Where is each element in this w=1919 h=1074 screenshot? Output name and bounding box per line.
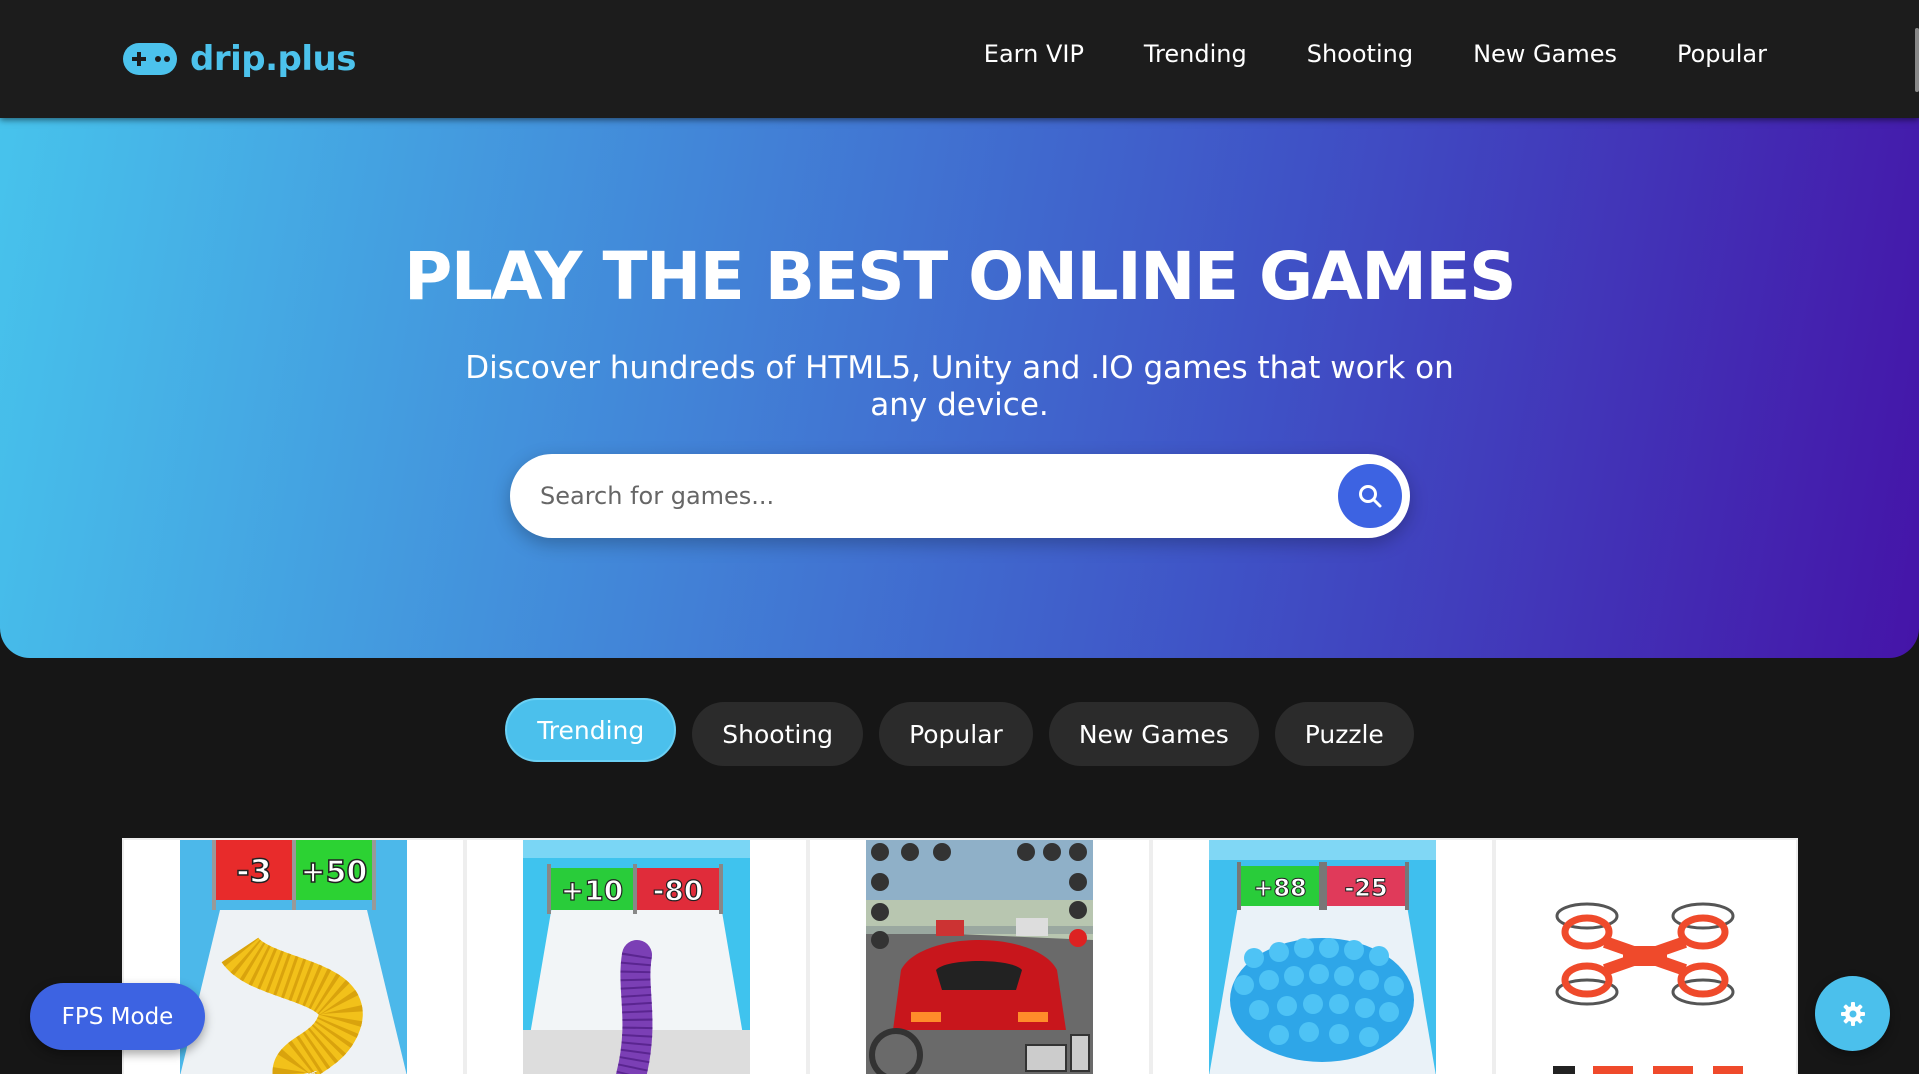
hero-title: PLAY THE BEST ONLINE GAMES xyxy=(403,238,1517,315)
fps-mode-button[interactable]: FPS Mode xyxy=(30,983,205,1050)
tab-trending[interactable]: Trending xyxy=(505,698,677,762)
game-card[interactable] xyxy=(808,838,1151,1074)
top-header: drip.plus Earn VIP Trending Shooting New… xyxy=(0,0,1919,118)
search-button[interactable] xyxy=(1338,464,1402,528)
hero-banner: PLAY THE BEST ONLINE GAMES Discover hund… xyxy=(0,118,1919,658)
search-icon xyxy=(1359,485,1382,508)
nav-new-games[interactable]: New Games xyxy=(1473,40,1617,68)
tab-shooting[interactable]: Shooting xyxy=(692,702,864,766)
snake-runner-thumbnail: +10 -80 xyxy=(523,840,750,1074)
main-nav: Earn VIP Trending Shooting New Games Pop… xyxy=(984,40,1767,68)
svg-text:+88: +88 xyxy=(1253,874,1307,902)
svg-text:-25: -25 xyxy=(1344,874,1387,902)
logo-text: drip.plus xyxy=(190,39,356,79)
gear-icon xyxy=(1840,1001,1865,1026)
nav-popular[interactable]: Popular xyxy=(1677,40,1767,68)
gamepad-icon xyxy=(123,43,177,75)
site-logo[interactable]: drip.plus xyxy=(122,36,356,82)
nav-earn-vip[interactable]: Earn VIP xyxy=(984,40,1084,68)
game-card[interactable]: +10 -80 xyxy=(465,838,808,1074)
category-tabs: Trending Shooting Popular New Games Puzz… xyxy=(0,698,1919,766)
domino-runner-thumbnail: -3 +50 xyxy=(180,840,407,1074)
crowd-runner-thumbnail: +88 -25 xyxy=(1209,840,1436,1074)
scrollbar[interactable] xyxy=(1915,28,1919,92)
search-bar xyxy=(510,454,1410,538)
drone-thumbnail xyxy=(1532,840,1760,1074)
nav-shooting[interactable]: Shooting xyxy=(1307,40,1413,68)
svg-text:-80: -80 xyxy=(653,874,704,907)
hero-subtitle: Discover hundreds of HTML5, Unity and .I… xyxy=(465,350,1454,423)
tab-new-games[interactable]: New Games xyxy=(1048,702,1259,766)
settings-button[interactable] xyxy=(1815,976,1890,1051)
nav-trending[interactable]: Trending xyxy=(1144,40,1247,68)
svg-text:+50: +50 xyxy=(301,855,368,890)
racing-car-thumbnail xyxy=(866,840,1093,1074)
tab-popular[interactable]: Popular xyxy=(879,702,1033,766)
svg-text:-3: -3 xyxy=(236,852,272,890)
search-input[interactable] xyxy=(540,454,1320,538)
tab-puzzle[interactable]: Puzzle xyxy=(1274,702,1414,766)
game-card[interactable] xyxy=(1494,838,1798,1074)
game-card[interactable]: +88 -25 xyxy=(1151,838,1494,1074)
game-grid: -3 +50 +10 -80 +88 -25 xyxy=(122,838,1798,1074)
svg-text:+10: +10 xyxy=(561,874,623,907)
